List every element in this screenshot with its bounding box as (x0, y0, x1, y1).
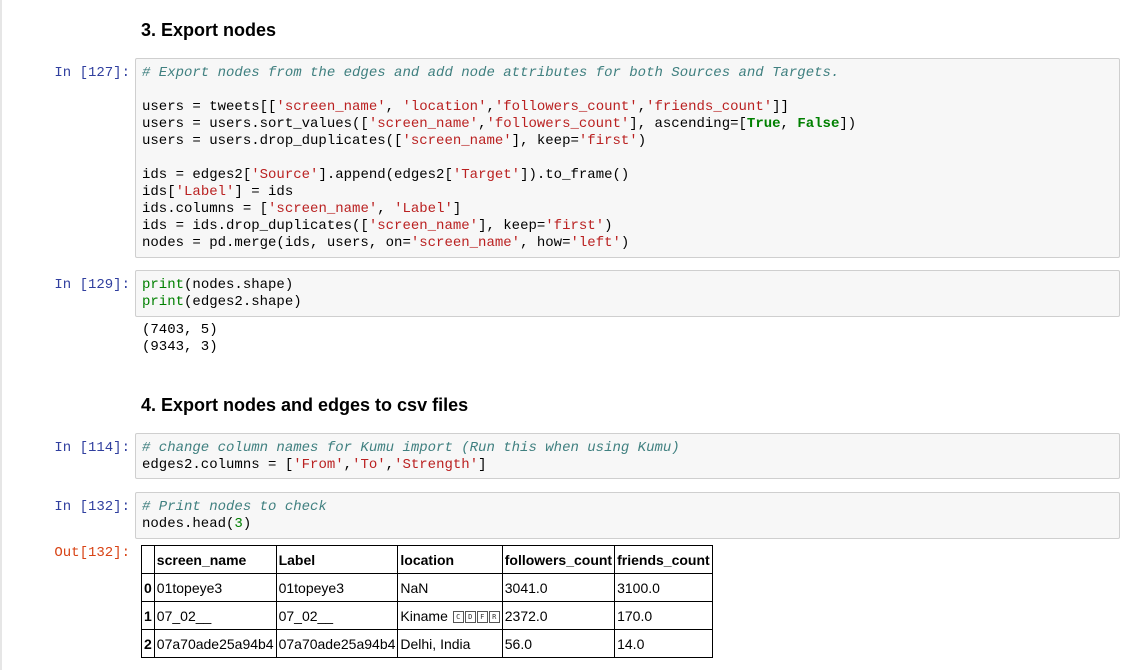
table-cell: 2372.0 (501, 601, 616, 630)
table-cell: 01topeye3 (275, 573, 399, 602)
missing-glyph-icon: C (452, 610, 464, 623)
table-cell: 01topeye3 (153, 573, 277, 602)
output-prompt: Out[132]: (54, 545, 130, 561)
code-line: # change column names for Kumu import (R… (142, 440, 680, 456)
table-cell: Delhi, India (397, 629, 503, 658)
input-prompt: In [129]: (54, 277, 130, 293)
notebook-left-border (0, 0, 2, 670)
missing-glyph-icon: F (476, 610, 488, 623)
input-prompt: In [127]: (54, 65, 130, 81)
table-cell: 3100.0 (614, 573, 713, 602)
table-index-cell: 2 (141, 629, 155, 658)
code-line: ids = ids.drop_duplicates(['screen_name'… (142, 218, 613, 234)
table-cell: 07a70ade25a94b4 (153, 629, 277, 658)
table-cell: 56.0 (501, 629, 616, 658)
code-line: nodes = pd.merge(ids, users, on='screen_… (142, 235, 630, 251)
location-text: Kiname (400, 607, 448, 624)
input-prompt: In [114]: (54, 440, 130, 456)
code-editor[interactable]: # Print nodes to check nodes.head(3) (142, 499, 1113, 533)
code-cell-127[interactable]: # Export nodes from the edges and add no… (135, 58, 1120, 258)
output-line: (9343, 3) (142, 339, 218, 355)
table-row: 2 07a70ade25a94b4 07a70ade25a94b4 Delhi,… (141, 629, 713, 658)
table-header-cell: Label (275, 545, 399, 574)
table-cell: 170.0 (614, 601, 713, 630)
table-header-cell (141, 545, 155, 574)
missing-glyph-icon: D (464, 610, 476, 623)
table-row: 1 07_02__ 07_02__ Kiname CDFR 2372.0 170… (141, 601, 713, 630)
dataframe-table: screen_name Label location followers_cou… (141, 545, 713, 658)
table-cell: 07_02__ (275, 601, 399, 630)
code-line: ids = edges2['Source'].append(edges2['Ta… (142, 167, 630, 183)
table-index-cell: 0 (141, 573, 155, 602)
missing-glyph-icon: R (488, 610, 500, 623)
table-cell: 3041.0 (501, 573, 616, 602)
table-row: 0 01topeye3 01topeye3 NaN 3041.0 3100.0 (141, 573, 713, 602)
code-cell-132[interactable]: # Print nodes to check nodes.head(3) (135, 492, 1120, 539)
code-line: ids.columns = ['screen_name', 'Label'] (142, 201, 462, 217)
table-cell: 07_02__ (153, 601, 277, 630)
table-cell: Kiname CDFR (397, 601, 503, 630)
cell-output: (7403, 5) (9343, 3) (142, 322, 218, 356)
table-header-cell: location (397, 545, 503, 574)
table-cell: 14.0 (614, 629, 713, 658)
code-line: users = tweets[['screen_name', 'location… (142, 99, 789, 115)
code-editor[interactable]: # change column names for Kumu import (R… (142, 440, 1113, 474)
code-line: # Print nodes to check (142, 499, 327, 515)
code-editor[interactable]: print(nodes.shape) print(edges2.shape) (142, 277, 1113, 311)
code-cell-129[interactable]: print(nodes.shape) print(edges2.shape) (135, 270, 1120, 317)
output-line: (7403, 5) (142, 322, 218, 338)
code-editor[interactable]: # Export nodes from the edges and add no… (142, 65, 1113, 252)
table-header-cell: friends_count (614, 545, 713, 574)
table-header-row: screen_name Label location followers_cou… (141, 545, 713, 574)
code-line: # Export nodes from the edges and add no… (142, 65, 840, 81)
code-line: users = users.sort_values(['screen_name'… (142, 116, 857, 132)
code-cell-114[interactable]: # change column names for Kumu import (R… (135, 433, 1120, 479)
section-heading-export-csv: 4. Export nodes and edges to csv files (141, 395, 469, 415)
table-cell: 07a70ade25a94b4 (275, 629, 399, 658)
table-header-cell: screen_name (153, 545, 277, 574)
table-header-cell: followers_count (501, 545, 616, 574)
code-line: ids['Label'] = ids (142, 184, 294, 200)
table-cell: NaN (397, 573, 503, 602)
code-line: users = users.drop_duplicates(['screen_n… (142, 133, 647, 149)
table-index-cell: 1 (141, 601, 155, 630)
input-prompt: In [132]: (54, 499, 130, 515)
section-heading-export-nodes: 3. Export nodes (141, 20, 277, 40)
